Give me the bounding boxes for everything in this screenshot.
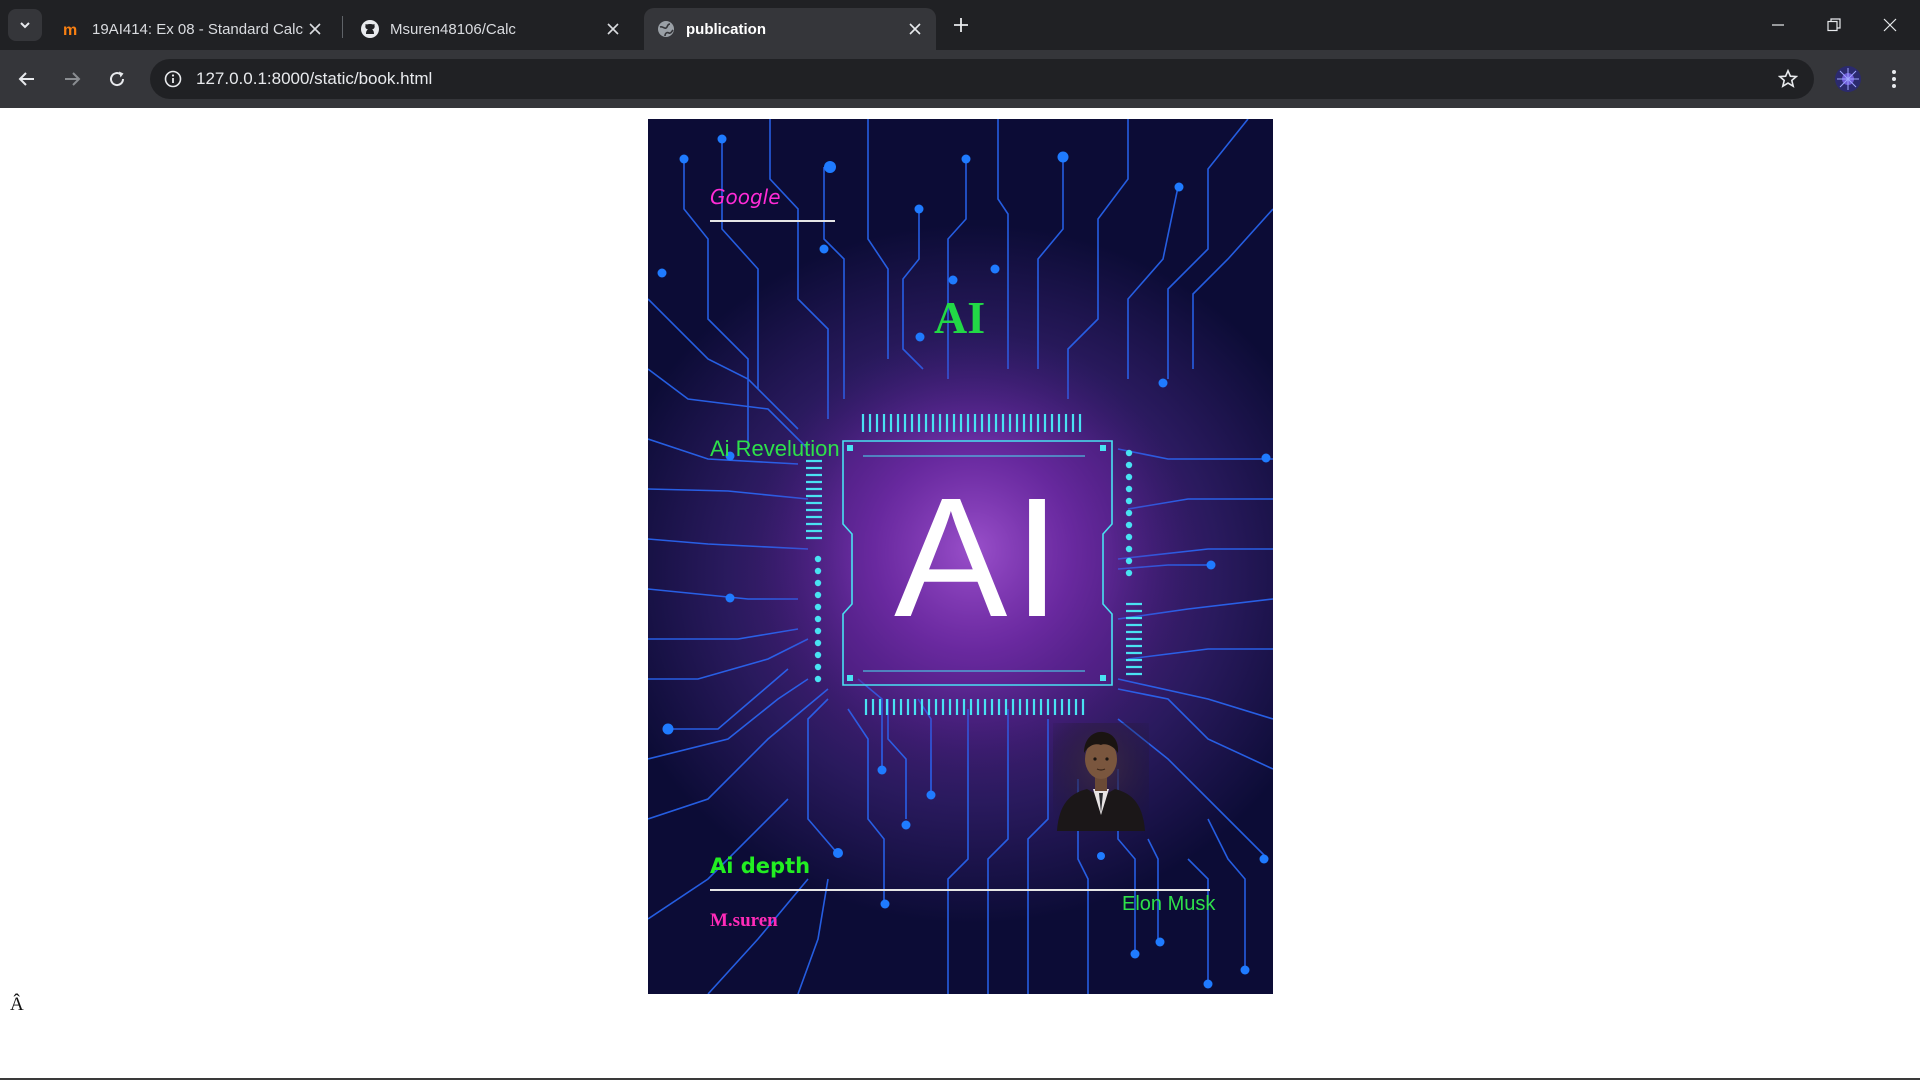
stray-character: Â xyxy=(10,994,24,1015)
arrow-right-icon xyxy=(65,72,81,86)
svg-text:m: m xyxy=(63,22,77,39)
tab-title: 19AI414: Ex 08 - Standard Calcu xyxy=(92,20,304,38)
address-bar[interactable]: 127.0.0.1:8000/static/book.html xyxy=(150,59,1814,99)
globe-icon xyxy=(656,19,676,39)
reload-button[interactable] xyxy=(100,62,134,96)
tab-title: Msuren48106/Calc xyxy=(390,20,516,38)
extension-icon[interactable] xyxy=(1832,63,1864,95)
chip-label: AI xyxy=(894,463,1067,653)
book-subtitle: Ai Revelution xyxy=(710,436,840,461)
info-icon[interactable] xyxy=(158,64,188,94)
tab-moodle[interactable]: m 19AI414: Ex 08 - Standard Calcu xyxy=(50,8,336,50)
book-cover: AI Google AI Ai Revelution Ai depth Elon… xyxy=(648,119,1273,994)
publisher-underline xyxy=(710,220,835,222)
credit-name: Elon Musk xyxy=(1122,893,1216,915)
author-name: M.suren xyxy=(710,910,778,931)
tab-strip: m 19AI414: Ex 08 - Standard Calcu Msuren… xyxy=(0,0,1920,50)
tab-publication[interactable]: publication xyxy=(644,8,936,50)
page-content: AI Google AI Ai Revelution Ai depth Elon… xyxy=(0,108,1920,1080)
close-icon[interactable] xyxy=(602,18,624,40)
chevron-down-icon xyxy=(20,22,30,29)
author-photo xyxy=(1053,723,1149,831)
minimize-button[interactable] xyxy=(1750,0,1806,50)
tab-github[interactable]: Msuren48106/Calc xyxy=(348,8,634,50)
back-button[interactable] xyxy=(10,62,44,96)
kebab-menu-icon[interactable] xyxy=(1880,63,1908,95)
github-icon xyxy=(360,19,380,39)
close-icon[interactable] xyxy=(904,18,926,40)
book-title: AI xyxy=(934,292,986,343)
cover-book-name: Ai depth xyxy=(710,854,811,878)
close-icon xyxy=(1883,18,1897,32)
close-icon[interactable] xyxy=(304,18,326,40)
publisher-name: Google xyxy=(710,185,781,209)
moodle-icon: m xyxy=(62,19,82,39)
forward-button[interactable] xyxy=(55,62,89,96)
reload-icon xyxy=(110,71,125,87)
tab-title: publication xyxy=(686,20,766,38)
url-text[interactable]: 127.0.0.1:8000/static/book.html xyxy=(196,69,432,89)
bookmark-star-icon[interactable] xyxy=(1774,65,1802,93)
book-name-underline xyxy=(710,889,1210,891)
arrow-left-icon xyxy=(18,72,34,86)
tab-search-button[interactable] xyxy=(8,9,42,41)
restore-button[interactable] xyxy=(1806,0,1862,50)
restore-icon xyxy=(1827,18,1841,32)
plus-icon xyxy=(954,18,968,32)
browser-toolbar: 127.0.0.1:8000/static/book.html xyxy=(0,50,1920,108)
minimize-icon xyxy=(1772,24,1784,26)
tab-separator xyxy=(342,16,343,38)
close-window-button[interactable] xyxy=(1862,0,1918,50)
new-tab-button[interactable] xyxy=(948,12,974,38)
